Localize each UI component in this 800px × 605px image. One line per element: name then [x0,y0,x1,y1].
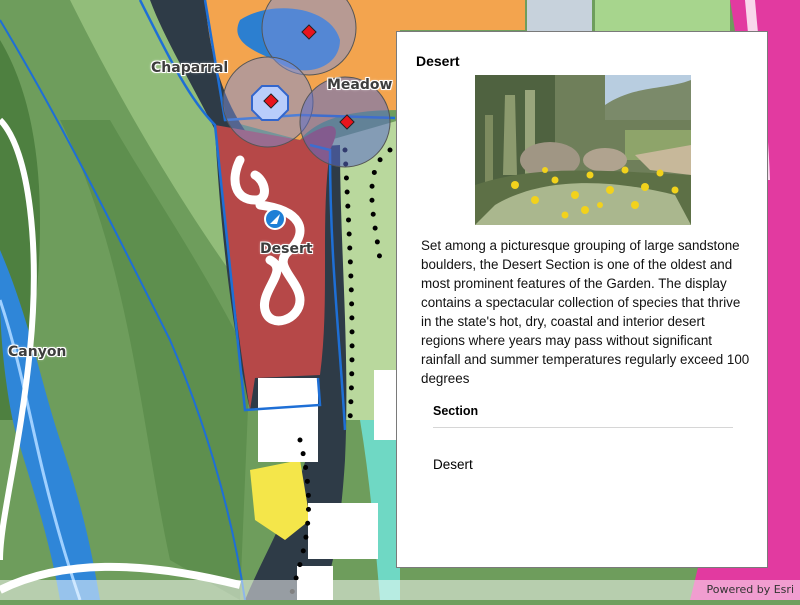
field-name-section: Section [433,404,479,418]
building [374,370,398,440]
popup-title: Desert [416,53,460,69]
attribution-text[interactable]: Powered by Esri [706,583,794,596]
meadow-north-area [595,0,730,32]
building [258,378,318,462]
map-label-meadow: Meadow [327,77,393,93]
field-value-section: Desert [433,457,473,472]
map-label-canyon: Canyon [8,344,67,360]
structure-area [527,0,592,32]
building [308,503,378,559]
desert-garden-photo [475,75,691,225]
popup-description: Set among a picturesque grouping of larg… [421,238,750,386]
popup-photo [475,75,691,225]
map-label-desert: Desert [260,241,313,257]
map-label-chaparral: Chaparral [151,60,229,76]
feature-popup[interactable]: Desert Set among a picturesque grouping … [396,31,768,568]
field-divider [433,427,733,428]
attribution-bar: Powered by Esri [0,580,800,600]
